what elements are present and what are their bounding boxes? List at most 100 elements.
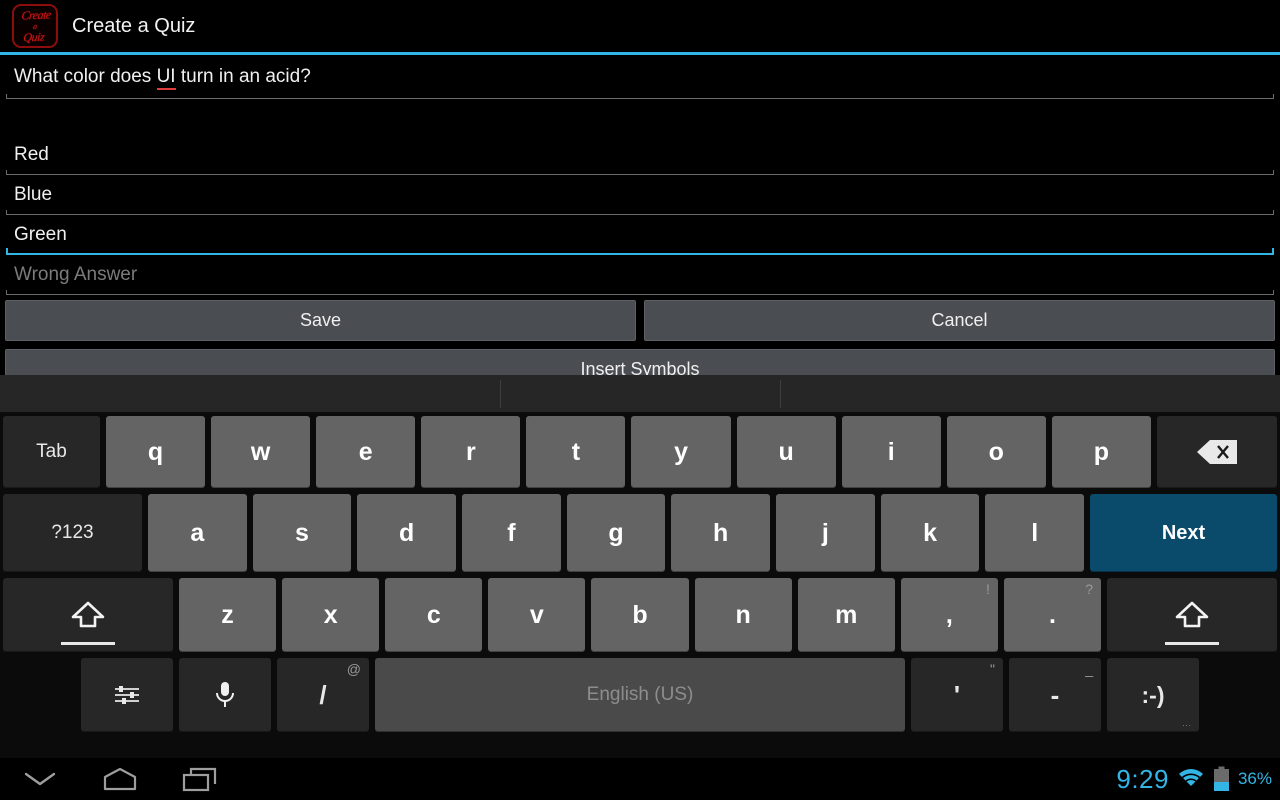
recent-apps-icon [182,766,218,792]
key-o[interactable]: o [946,416,1046,488]
app-title-bar: Create a Quiz Create a Quiz [0,0,1280,52]
key-p[interactable]: p [1051,416,1151,488]
key-q[interactable]: q [106,416,206,488]
keyboard-row-3: z x c v b n m ! , ? . [0,575,1280,655]
key-shift-right[interactable] [1106,578,1277,652]
key-apostrophe-alt-label: " [990,661,995,677]
answer-value-2: Blue [14,184,53,205]
question-input[interactable]: What color does UI turn in an acid? [6,55,1274,99]
wrong-answer-placeholder: Wrong Answer [14,264,138,285]
key-i[interactable]: i [841,416,941,488]
key-u[interactable]: u [736,416,836,488]
key-k[interactable]: k [880,494,980,572]
key-comma[interactable]: ! , [900,578,998,652]
system-navigation-bar: 9:29 36% [0,758,1280,800]
key-slash[interactable]: @ / [277,658,369,732]
shift-icon [1175,601,1209,629]
key-e[interactable]: e [316,416,416,488]
key-slash-label: / [319,679,327,710]
nav-back-button[interactable] [0,758,80,800]
suggestion-divider-2 [780,380,781,408]
key-emoji[interactable]: :-) ... [1107,658,1199,732]
settings-sliders-icon [113,684,141,706]
key-x[interactable]: x [282,578,380,652]
form-action-buttons: Save Cancel [0,300,1280,341]
soft-keyboard: Tab q w e r t y u i o p ?123 a s d f g h… [0,375,1280,758]
form-spacer [0,99,1280,135]
shift-lock-indicator [1164,642,1219,645]
question-misspelled-word: UI [156,66,176,90]
key-apostrophe[interactable]: " ' [911,658,1003,732]
key-l[interactable]: l [985,494,1085,572]
key-r[interactable]: r [421,416,521,488]
answer-input-1[interactable]: Red [6,135,1274,175]
keyboard-row-4: @ / English (US) " ' _ - :-) ... [0,655,1280,735]
answer-value-3: Green [14,224,67,245]
wifi-icon [1177,768,1205,790]
keyboard-row-1: Tab q w e r t y u i o p [0,413,1280,491]
status-clock: 9:29 [1116,763,1169,794]
keyboard-row-2: ?123 a s d f g h j k l Next [0,491,1280,575]
key-v[interactable]: v [488,578,586,652]
logo-line-3: Quiz [22,29,46,44]
question-text: What color does UI turn in an acid? [6,66,311,90]
android-screen: Create a Quiz Create a Quiz What color d… [0,0,1280,800]
key-a[interactable]: a [148,494,247,572]
key-f[interactable]: f [462,494,561,572]
key-z[interactable]: z [179,578,277,652]
key-d[interactable]: d [357,494,457,572]
key-b[interactable]: b [591,578,689,652]
key-j[interactable]: j [776,494,875,572]
key-hyphen[interactable]: _ - [1009,658,1101,732]
microphone-icon [214,680,236,710]
key-hyphen-label: - [1050,679,1060,710]
key-comma-alt-label: ! [985,581,990,597]
key-emoji-label: :-) [1141,681,1165,708]
key-voice-input[interactable] [179,658,271,732]
key-s[interactable]: s [252,494,352,572]
key-keyboard-settings[interactable] [81,658,173,732]
key-h[interactable]: h [671,494,771,572]
question-text-before: What color does [14,66,157,87]
key-apostrophe-label: ' [953,679,961,710]
key-symbols-123[interactable]: ?123 [3,494,142,572]
answer-input-3[interactable]: Green [6,215,1274,255]
key-next[interactable]: Next [1090,494,1278,572]
status-area: 9:29 36% [1116,758,1272,800]
home-icon [101,766,139,792]
key-tab[interactable]: Tab [3,416,100,488]
key-c[interactable]: c [385,578,483,652]
key-period-alt-label: ? [1085,581,1093,597]
quiz-form: What color does UI turn in an acid? Red … [0,55,1280,295]
battery-icon [1213,766,1230,792]
key-period[interactable]: ? . [1003,578,1101,652]
shift-icon [71,601,105,629]
key-w[interactable]: w [211,416,311,488]
cancel-button[interactable]: Cancel [644,300,1275,341]
suggestion-divider-1 [500,380,501,408]
suggestion-strip[interactable] [0,375,1280,413]
key-n[interactable]: n [694,578,792,652]
backspace-icon [1196,439,1238,465]
key-g[interactable]: g [566,494,666,572]
key-y[interactable]: y [631,416,731,488]
nav-recents-button[interactable] [160,758,240,800]
key-period-label: . [1048,600,1056,629]
key-slash-alt-label: @ [346,661,361,677]
key-emoji-hint-dots: ... [1182,719,1192,728]
answer-value-1: Red [14,144,49,165]
key-m[interactable]: m [797,578,895,652]
key-t[interactable]: t [526,416,626,488]
key-shift-left[interactable] [3,578,173,652]
key-space[interactable]: English (US) [375,658,905,732]
answer-input-2[interactable]: Blue [6,175,1274,215]
key-hyphen-alt-label: _ [1085,661,1093,677]
keyboard-dismiss-icon [23,770,57,788]
save-button[interactable]: Save [5,300,636,341]
question-underline [6,94,1274,99]
wrong-answer-underline [6,290,1274,295]
key-backspace[interactable] [1156,416,1277,488]
nav-home-button[interactable] [80,758,160,800]
wrong-answer-input[interactable]: Wrong Answer [6,255,1274,295]
question-text-after: turn in an acid? [175,66,311,87]
